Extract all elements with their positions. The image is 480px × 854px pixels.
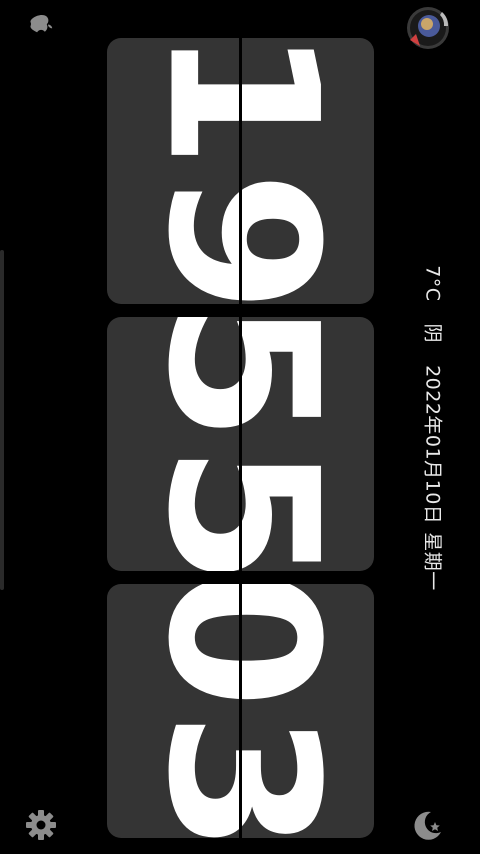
minutes-card: 55 [107,317,374,571]
weather-text: 阴 [421,323,444,344]
clock-screen: 19 55 03 7°C 阴 2022年01月10日星期一 [0,0,480,854]
moon-star-icon [409,808,445,848]
hours-card: 19 [107,38,374,304]
theme-button[interactable] [408,809,446,847]
apple-button[interactable] [22,8,58,44]
avatar-button[interactable] [404,6,452,54]
weekday-text: 星期一 [421,532,444,591]
weather-date-info: 7°C 阴 2022年01月10日星期一 [421,265,448,591]
gear-icon [23,807,59,847]
card-split-line [238,317,242,571]
avatar-icon [404,4,452,56]
edge-handle[interactable] [0,250,4,590]
date-text: 2022年01月10日 [421,365,444,525]
seconds-card: 03 [107,584,374,838]
apple-icon [23,7,57,45]
temperature-text: 7°C [421,265,444,302]
settings-button[interactable] [22,808,60,846]
card-split-line [238,38,242,304]
card-split-line [238,584,242,838]
